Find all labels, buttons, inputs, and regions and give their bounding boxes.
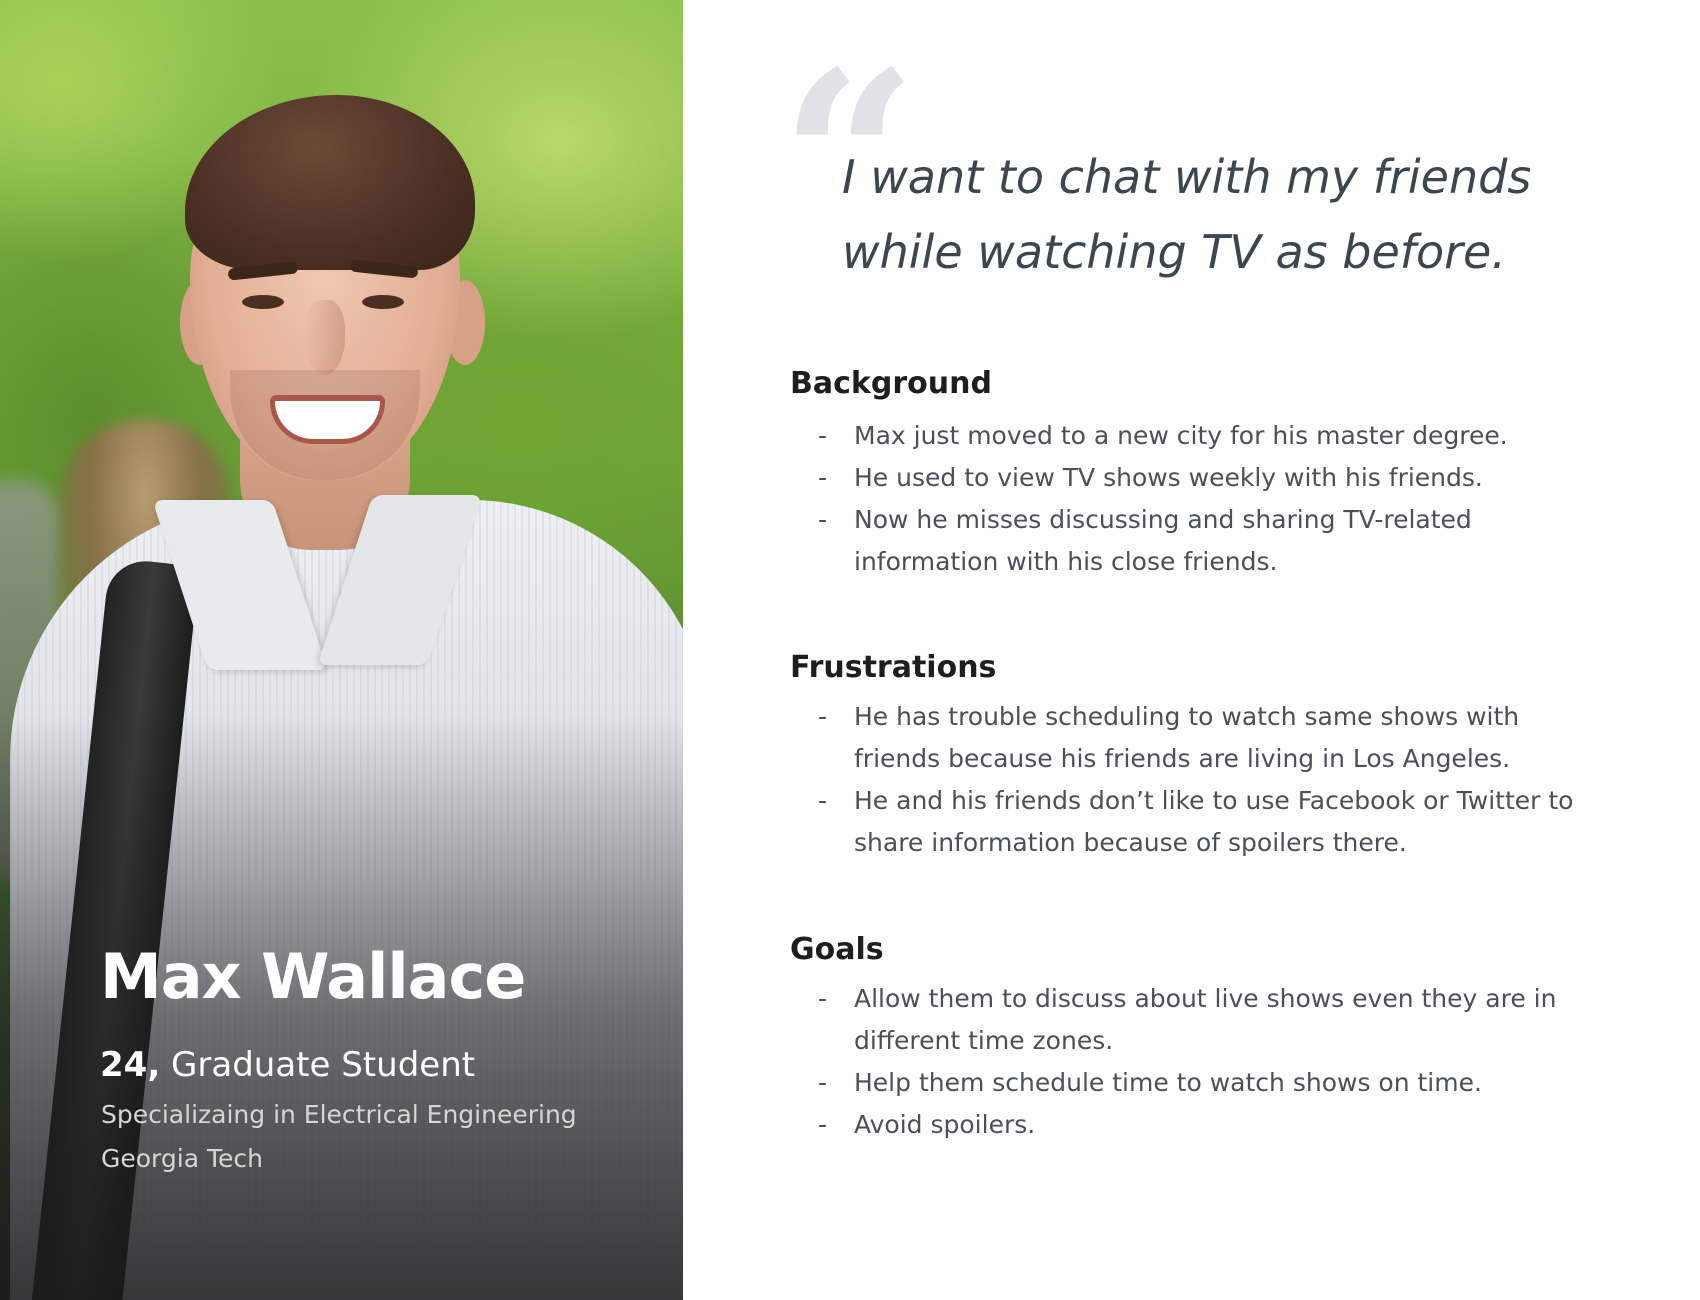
bullet-dash: - xyxy=(818,505,828,534)
persona-name: Max Wallace xyxy=(100,940,526,1013)
bullet-dash: - xyxy=(818,984,828,1013)
section-title-goals: Goals xyxy=(790,932,884,967)
bullet-dash: - xyxy=(818,463,828,492)
quote-line-1: I want to chat with my friends xyxy=(842,150,1532,204)
persona-school: Georgia Tech xyxy=(101,1144,263,1173)
bullet-dash: - xyxy=(818,702,828,731)
list-item: - He has trouble scheduling to watch same… xyxy=(818,696,1598,780)
bullet-dash: - xyxy=(818,421,828,450)
frustrations-list: - He has trouble scheduling to watch same… xyxy=(818,696,1598,864)
persona-quote: I want to chat with my friends while wat… xyxy=(842,140,1602,290)
bullet-dash: - xyxy=(818,786,828,815)
persona-occupation: Graduate Student xyxy=(171,1045,476,1085)
list-item: - Max just moved to a new city for his ma… xyxy=(818,415,1598,457)
list-item: - Avoid spoilers. xyxy=(818,1104,1598,1146)
section-title-frustrations: Frustrations xyxy=(790,650,997,685)
list-item: - Now he misses discussing and sharing TV… xyxy=(818,499,1598,583)
list-item: - He and his friends don’t like to use Fa… xyxy=(818,780,1598,864)
persona-photo: Max Wallace 24, Graduate Student Special… xyxy=(0,0,683,1300)
list-item: - He used to view TV shows weekly with hi… xyxy=(818,457,1598,499)
persona-role: 24, Graduate Student xyxy=(100,1045,475,1085)
list-item: - Allow them to discuss about live shows … xyxy=(818,978,1598,1062)
bullet-dash: - xyxy=(818,1068,828,1097)
background-list: - Max just moved to a new city for his ma… xyxy=(818,415,1598,583)
quote-line-2: while watching TV as before. xyxy=(842,225,1506,279)
persona-specialization: Specializaing in Electrical Engineering xyxy=(101,1100,577,1129)
persona-age: 24, xyxy=(100,1045,161,1085)
bullet-dash: - xyxy=(818,1110,828,1139)
list-item: - Help them schedule time to watch shows … xyxy=(818,1062,1598,1104)
goals-list: - Allow them to discuss about live shows … xyxy=(818,978,1598,1146)
section-title-background: Background xyxy=(790,366,992,401)
